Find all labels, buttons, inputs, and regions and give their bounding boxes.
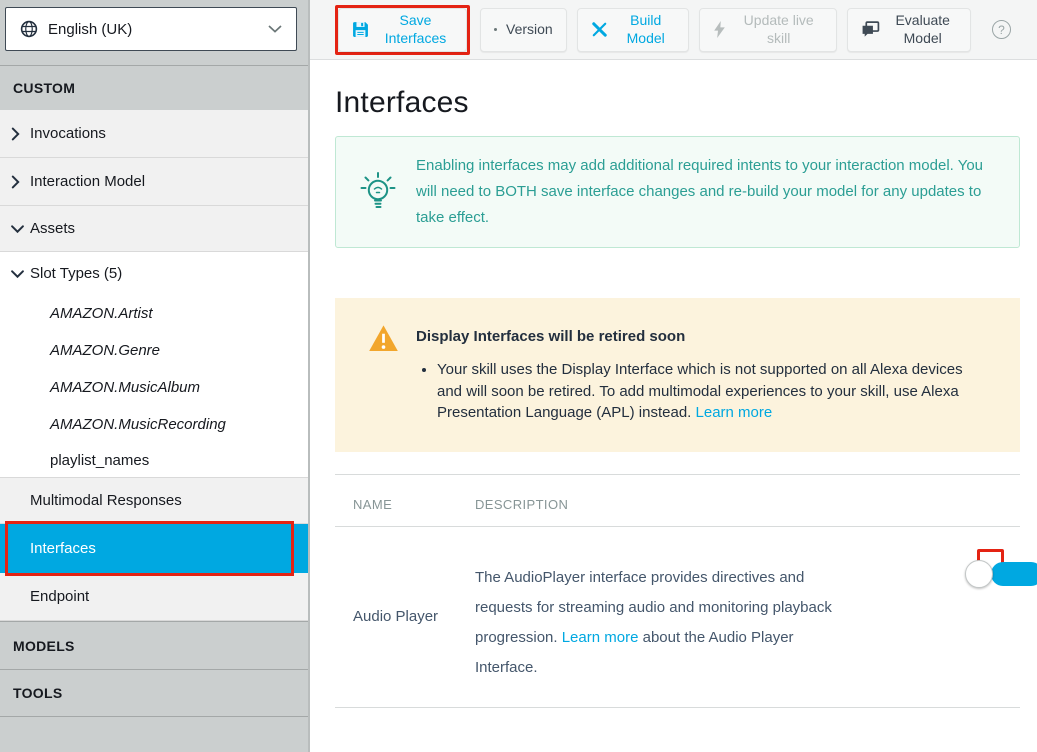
chevron-down-icon [268, 25, 282, 33]
interfaces-table-header: NAME DESCRIPTION [335, 475, 1020, 527]
slot-type-label: AMAZON.MusicAlbum [50, 379, 200, 396]
build-tools-icon [591, 21, 608, 38]
save-interfaces-button[interactable]: Save Interfaces [338, 8, 467, 52]
evaluate-button-label: Evaluate Model [889, 12, 957, 47]
sidebar-section-models[interactable]: MODELS [0, 621, 308, 669]
toolbar: Save Interfaces Version Build Model Upda… [310, 0, 1037, 60]
save-button-label: Save Interfaces [378, 12, 453, 47]
sidebar-item-amazon-musicrecording[interactable]: AMAZON.MusicRecording [0, 406, 308, 443]
save-icon [352, 21, 369, 38]
slot-type-label: AMAZON.Artist [50, 305, 153, 322]
evaluate-model-button[interactable]: Evaluate Model [847, 8, 971, 52]
warning-learn-more-link[interactable]: Learn more [696, 404, 773, 421]
column-header-description: DESCRIPTION [475, 497, 568, 512]
sidebar-item-endpoint[interactable]: Endpoint [0, 573, 308, 621]
warning-list-item: Your skill uses the Display Interface wh… [437, 359, 985, 424]
chevron-right-icon [11, 175, 20, 188]
interfaces-page: Interfaces Enabling interfaces may add a… [310, 86, 1037, 708]
info-banner-text: Enabling interfaces may add additional r… [416, 153, 994, 231]
lightning-icon [713, 21, 726, 38]
slot-type-label: playlist_names [50, 452, 149, 469]
warning-banner: Display Interfaces will be retired soon … [335, 298, 1020, 452]
sidebar-item-label: Endpoint [30, 588, 89, 605]
tools-header-label: TOOLS [13, 685, 62, 701]
chat-bubbles-icon [861, 21, 880, 38]
sidebar-item-interfaces[interactable]: Interfaces [0, 524, 308, 573]
sidebar-item-amazon-artist[interactable]: AMAZON.Artist [0, 295, 308, 332]
language-selector[interactable]: English (UK) [5, 7, 297, 51]
sidebar-item-playlist-names[interactable]: playlist_names [0, 443, 308, 477]
sidebar-item-label: Invocations [30, 125, 106, 142]
version-button[interactable]: Version [480, 8, 567, 52]
toggle-knob [965, 560, 993, 588]
audio-player-learn-more-link[interactable]: Learn more [562, 629, 639, 646]
annotation-box-save: Save Interfaces [335, 5, 470, 55]
chevron-right-icon [11, 127, 20, 140]
chevron-down-icon [11, 224, 24, 233]
version-button-label: Version [506, 21, 553, 39]
main-panel: Save Interfaces Version Build Model Upda… [310, 0, 1037, 752]
language-label: English (UK) [48, 21, 132, 38]
sidebar-item-amazon-musicalbum[interactable]: AMAZON.MusicAlbum [0, 369, 308, 406]
sidebar-item-label: Multimodal Responses [30, 492, 182, 509]
update-live-skill-button[interactable]: Update live skill [699, 8, 837, 52]
globe-icon [20, 20, 38, 38]
slot-type-label: AMAZON.Genre [50, 342, 160, 359]
lightbulb-icon [358, 171, 398, 213]
sidebar-item-amazon-genre[interactable]: AMAZON.Genre [0, 332, 308, 369]
warning-triangle-icon [368, 324, 399, 353]
help-icon[interactable]: ? [992, 20, 1011, 39]
sidebar-item-slot-types[interactable]: Slot Types (5) [0, 252, 308, 295]
sidebar-section-tools[interactable]: TOOLS [0, 669, 308, 717]
custom-header-label: CUSTOM [13, 80, 75, 96]
interface-name: Audio Player [353, 608, 475, 625]
language-area: English (UK) [0, 0, 308, 65]
chevron-down-icon [11, 269, 24, 278]
update-button-label: Update live skill [735, 12, 823, 47]
page-title: Interfaces [335, 86, 1020, 120]
sidebar: English (UK) CUSTOM Invocations Interact… [0, 0, 310, 752]
warning-title: Display Interfaces will be retired soon [416, 328, 985, 345]
sidebar-item-invocations[interactable]: Invocations [0, 110, 308, 158]
build-model-button[interactable]: Build Model [577, 8, 689, 52]
info-banner: Enabling interfaces may add additional r… [335, 136, 1020, 248]
warning-content: Display Interfaces will be retired soon … [416, 324, 985, 424]
slot-type-label: AMAZON.MusicRecording [50, 416, 226, 433]
toggle-cell [977, 527, 1004, 707]
column-header-name: NAME [353, 497, 475, 512]
sidebar-item-label: Interaction Model [30, 173, 145, 190]
toggle-track [991, 562, 1037, 586]
models-header-label: MODELS [13, 638, 75, 654]
sidebar-item-label: Interfaces [30, 540, 96, 557]
build-button-label: Build Model [617, 12, 675, 47]
sidebar-item-label: Slot Types (5) [30, 265, 122, 282]
sidebar-section-custom: CUSTOM [0, 65, 308, 110]
sidebar-item-multimodal-responses[interactable]: Multimodal Responses [0, 477, 308, 524]
sidebar-item-assets[interactable]: Assets [0, 206, 308, 252]
table-row-audio-player: Audio Player The AudioPlayer interface p… [335, 527, 1020, 708]
interface-description: The AudioPlayer interface provides direc… [475, 527, 847, 707]
version-icon [494, 28, 497, 31]
annotation-box-toggle [977, 549, 1004, 575]
alexa-developer-console: English (UK) CUSTOM Invocations Interact… [0, 0, 1037, 752]
sidebar-item-label: Assets [30, 220, 75, 237]
warning-list: Your skill uses the Display Interface wh… [421, 359, 985, 424]
sidebar-item-interaction-model[interactable]: Interaction Model [0, 158, 308, 206]
